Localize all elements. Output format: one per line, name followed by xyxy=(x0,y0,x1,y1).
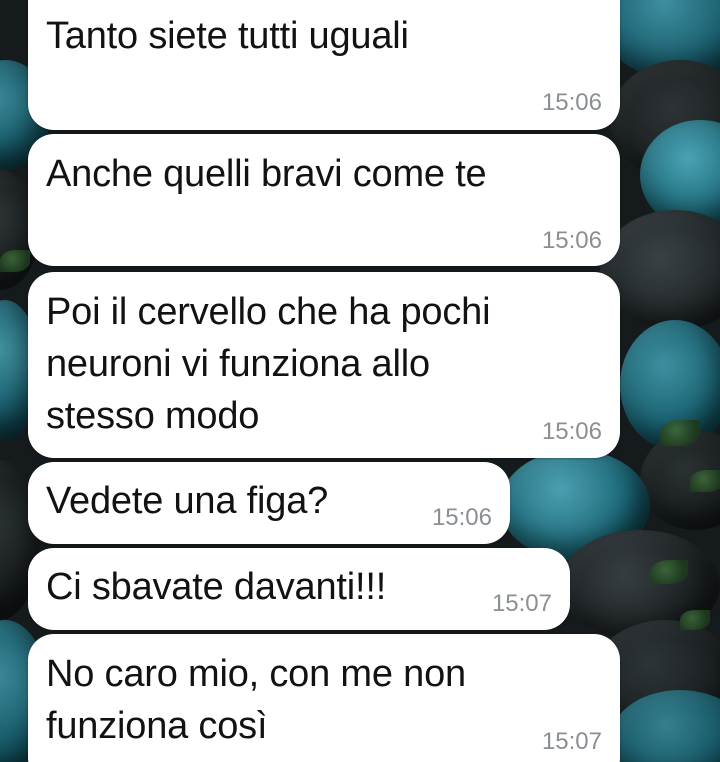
message-timestamp: 15:07 xyxy=(541,728,602,755)
message-bubble[interactable]: Vedete una figa? 15:06 xyxy=(28,462,510,544)
message-bubble[interactable]: No caro mio, con me non funziona così 15… xyxy=(28,634,620,762)
message-bubble[interactable]: Ci sbavate davanti!!! 15:07 xyxy=(28,548,570,630)
message-timestamp: 15:06 xyxy=(541,418,602,445)
message-bubble[interactable]: Tanto siete tutti uguali 15:06 xyxy=(28,0,620,130)
message-text: Ci sbavate davanti!!! xyxy=(46,566,387,608)
message-text: Vedete una figa? xyxy=(46,480,329,522)
message-timestamp: 15:07 xyxy=(491,590,552,617)
message-bubble[interactable]: Anche quelli bravi come te 15:06 xyxy=(28,134,620,266)
message-text: Poi il cervello che ha pochi neuroni vi … xyxy=(46,291,491,437)
message-text: No caro mio, con me non funziona così xyxy=(46,653,466,747)
chat-view[interactable]: Tanto siete tutti uguali 15:06 Anche que… xyxy=(0,0,720,762)
message-timestamp: 15:06 xyxy=(431,504,492,531)
message-text: Tanto siete tutti uguali xyxy=(46,15,409,57)
message-timestamp: 15:06 xyxy=(541,227,602,254)
message-timestamp: 15:06 xyxy=(541,89,602,116)
message-bubble[interactable]: Poi il cervello che ha pochi neuroni vi … xyxy=(28,272,620,458)
message-text: Anche quelli bravi come te xyxy=(46,153,487,195)
